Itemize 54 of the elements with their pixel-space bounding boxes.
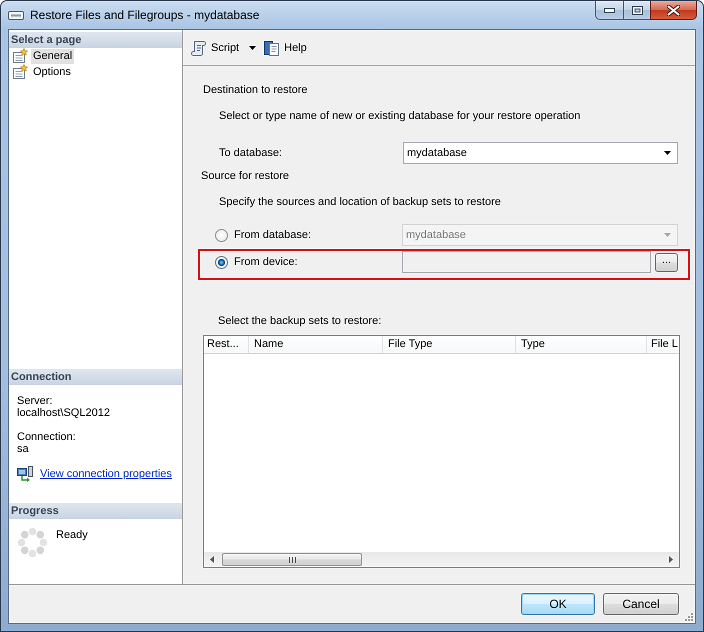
window-icon [8,11,24,20]
cancel-button[interactable]: Cancel [603,593,679,615]
document-icon [12,64,28,80]
connection-properties-link[interactable]: View connection properties [40,468,172,480]
device-path-field[interactable] [402,251,651,273]
left-arrow-icon [210,556,214,563]
field-label: Server: [17,395,54,407]
field-label: Connection: [17,431,77,443]
field-value: sa [17,443,30,455]
column-header[interactable]: Rest... [204,336,249,353]
scrollbar-thumb[interactable] [222,553,362,566]
field-label: To database: [218,147,283,159]
description-text: Specify the sources and location of backup sets to restore [219,195,502,209]
document-icon [12,48,28,64]
caret-icon [664,233,671,237]
column-header[interactable]: File L [647,336,679,353]
spinner-icon [17,527,48,558]
radio-button[interactable] [215,256,228,268]
minimize-button[interactable] [595,1,623,20]
resize-grip-icon [685,613,693,621]
page-item[interactable]: General [31,48,74,64]
page-item[interactable]: Options [31,64,73,80]
window-title: Restore Files and Filegroups - mydatabase [30,8,260,23]
maximize-icon [632,6,642,14]
section-heading: Destination to restore [203,83,309,97]
description-text: Select or type name of new or existing database for your restore operation [219,109,582,123]
column-header[interactable]: File Type [383,336,516,353]
description-text: Select the backup sets to restore: [218,314,382,328]
column-header[interactable]: Type [516,336,647,353]
script-button[interactable]: Script [189,38,258,58]
browse-button[interactable]: ... [655,252,678,272]
right-arrow-icon [669,556,673,563]
option-label: From device: [234,256,298,268]
horizontal-scrollbar[interactable] [204,552,679,567]
computer-icon [17,466,33,482]
help-button[interactable]: Help [262,38,309,58]
status-text: Ready [56,529,88,541]
minimize-icon [604,8,615,12]
maximize-button[interactable] [623,1,650,20]
ok-button[interactable]: OK [521,593,595,615]
section-header: Select a page [9,32,182,48]
field-value: localhost\SQL2012 [17,407,111,419]
section-heading: Source for restore [201,169,290,183]
section-header: Connection [9,369,182,385]
book-icon [264,40,280,56]
scroll-icon [191,40,207,56]
option-label: From database: [234,229,312,241]
grip-icon [288,556,296,562]
column-header[interactable]: Name [249,336,383,353]
database-combo[interactable]: mydatabase [403,142,678,164]
section-header: Progress [9,503,182,519]
close-icon [667,4,680,16]
close-button[interactable] [650,1,697,20]
caret-icon [664,151,671,155]
